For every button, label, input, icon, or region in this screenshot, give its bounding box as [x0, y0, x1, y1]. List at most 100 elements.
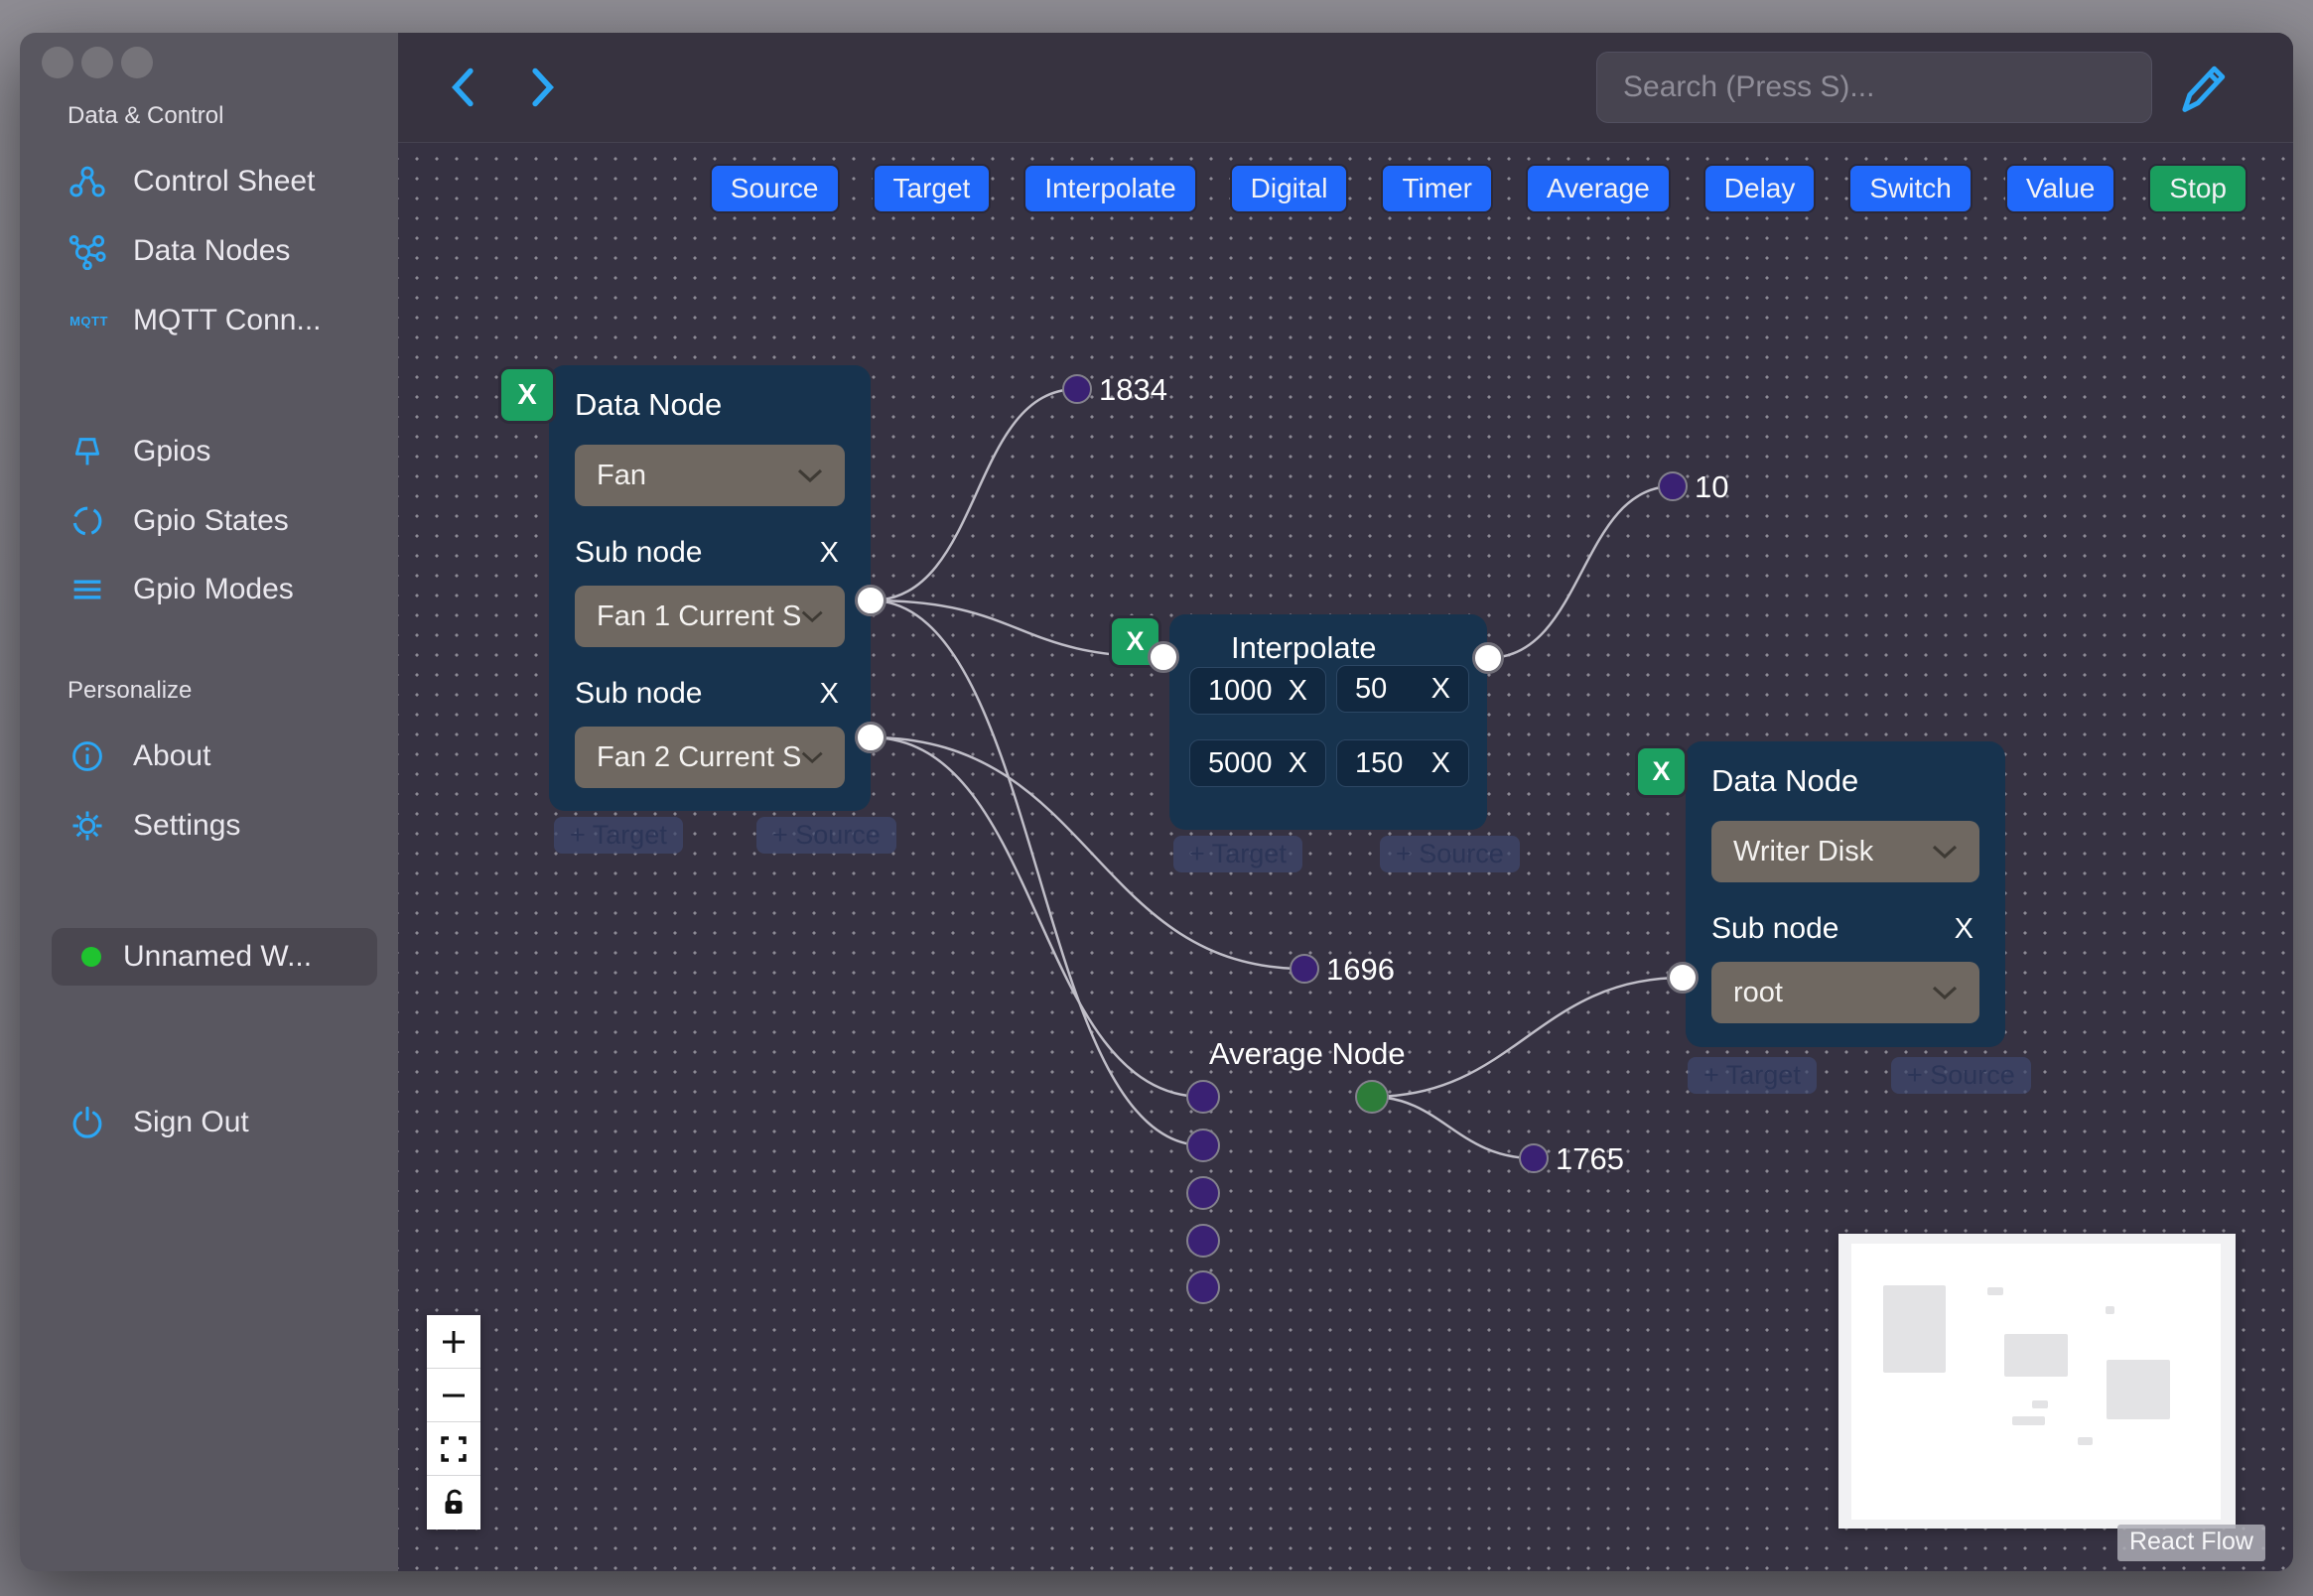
node-data-writer[interactable]: Data Node Writer Disk Sub node X root [1686, 741, 2005, 1047]
average-node-title: Average Node [1209, 1036, 1406, 1071]
add-source-chip[interactable]: + Source [756, 817, 896, 854]
edge-value-label: 10 [1695, 469, 1729, 504]
back-button[interactable] [442, 62, 485, 113]
fit-view-button[interactable] [427, 1422, 480, 1476]
add-target-button[interactable]: Target [872, 164, 992, 213]
interpolate-value-input[interactable]: 5000 X [1189, 739, 1326, 787]
average-input-handle[interactable] [1186, 1129, 1220, 1162]
writer-sub-select[interactable]: root [1711, 962, 1979, 1023]
sidebar-item-about[interactable]: About [68, 736, 210, 776]
sidebar-item-gpios[interactable]: Gpios [68, 432, 210, 471]
sidebar-item-control-sheet[interactable]: Control Sheet [68, 162, 315, 201]
workspace-label: Unnamed W... [123, 940, 313, 973]
forward-button[interactable] [520, 62, 564, 113]
mqtt-icon: MQTT [69, 313, 108, 329]
sidebar-section-data-control: Data & Control [68, 102, 224, 129]
remove-value-button[interactable]: X [1289, 675, 1307, 708]
value-dot [1658, 471, 1688, 501]
remove-sub-node-button[interactable]: X [820, 678, 845, 711]
sidebar-item-settings[interactable]: Settings [68, 806, 240, 846]
edit-pencil-icon[interactable] [2175, 59, 2231, 118]
average-input-handle[interactable] [1186, 1176, 1220, 1210]
sidebar-item-gpio-modes[interactable]: Gpio Modes [68, 570, 294, 609]
average-output-handle[interactable] [1355, 1080, 1389, 1114]
add-digital-button[interactable]: Digital [1229, 164, 1349, 213]
add-source-chip[interactable]: + Source [1891, 1057, 2031, 1094]
add-delay-button[interactable]: Delay [1702, 164, 1817, 213]
data-nodes-icon [68, 231, 107, 271]
add-switch-button[interactable]: Switch [1848, 164, 1973, 213]
add-target-chip[interactable]: + Target [1688, 1057, 1817, 1094]
source-handle-fan1[interactable] [855, 585, 886, 616]
close-window-icon[interactable] [42, 47, 73, 78]
sidebar-item-label: Settings [133, 809, 241, 842]
writer-type-select[interactable]: Writer Disk [1711, 821, 1979, 882]
minimap[interactable] [1838, 1234, 2236, 1529]
target-handle-writer[interactable] [1667, 962, 1699, 994]
edge-fan2-average [870, 735, 1204, 1099]
add-value-button[interactable]: Value [2004, 164, 2116, 213]
remove-value-button[interactable]: X [1431, 673, 1450, 706]
zoom-in-button[interactable] [427, 1315, 480, 1369]
minimap-node [2012, 1416, 2045, 1425]
lock-button[interactable] [427, 1476, 480, 1530]
window-traffic-lights[interactable] [42, 47, 153, 78]
minimap-node [2078, 1437, 2093, 1445]
minimap-node [1987, 1287, 2003, 1295]
source-handle-interpolate[interactable] [1472, 642, 1504, 674]
sidebar-item-mqtt[interactable]: MQTT MQTT Conn... [68, 301, 321, 340]
sidebar-item-label: Gpio Modes [133, 573, 294, 605]
interpolate-value-input[interactable]: 150 X [1336, 739, 1469, 787]
sidebar-item-label: Control Sheet [133, 165, 316, 198]
value-dot [1062, 374, 1092, 404]
node-interpolate[interactable]: Interpolate 1000 X 50 X 5000 X 150 X [1169, 614, 1487, 830]
remove-sub-node-button[interactable]: X [820, 537, 845, 570]
sidebar-item-workspace[interactable]: Unnamed W... [52, 928, 377, 986]
zoom-window-icon[interactable] [121, 47, 153, 78]
search-input[interactable] [1596, 52, 2152, 123]
fan-sub2-select[interactable]: Fan 2 Current Spe [575, 727, 845, 788]
add-source-button[interactable]: Source [709, 164, 840, 213]
remove-sub-node-button[interactable]: X [1955, 913, 1979, 946]
flow-canvas[interactable]: Source Target Interpolate Digital Timer … [398, 142, 2293, 1571]
zoom-out-button[interactable] [427, 1369, 480, 1422]
interpolate-value-input[interactable]: 1000 X [1189, 667, 1326, 715]
sidebar-item-data-nodes[interactable]: Data Nodes [68, 231, 290, 271]
minus-icon [443, 1394, 465, 1396]
sub-node-row: Sub node X [1711, 912, 1979, 946]
add-target-chip[interactable]: + Target [554, 817, 683, 854]
average-input-handle[interactable] [1186, 1270, 1220, 1304]
add-target-chip[interactable]: + Target [1173, 836, 1302, 872]
delete-node-button[interactable]: X [498, 366, 556, 424]
target-handle-interpolate[interactable] [1148, 641, 1179, 673]
delete-node-button[interactable]: X [1635, 745, 1688, 798]
dashed-circle-icon [68, 501, 107, 541]
chevron-down-icon [797, 468, 823, 483]
chevron-down-icon [801, 610, 823, 623]
source-handle-fan2[interactable] [855, 722, 886, 753]
sidebar-item-label: Data Nodes [133, 234, 291, 267]
average-input-handle[interactable] [1186, 1080, 1220, 1114]
edge-value-label: 1765 [1556, 1141, 1624, 1176]
sidebar-item-gpio-states[interactable]: Gpio States [68, 501, 289, 541]
stop-button[interactable]: Stop [2148, 164, 2247, 213]
app-window: Data & Control Control Sheet Data Nodes … [20, 33, 2293, 1571]
remove-value-button[interactable]: X [1431, 747, 1450, 780]
sidebar-item-sign-out[interactable]: Sign Out [68, 1103, 249, 1142]
add-timer-button[interactable]: Timer [1381, 164, 1493, 213]
gear-icon [68, 806, 107, 846]
add-interpolate-button[interactable]: Interpolate [1023, 164, 1197, 213]
chevron-down-icon [801, 751, 823, 764]
fan-sub1-select[interactable]: Fan 1 Current Spe [575, 586, 845, 647]
minimize-window-icon[interactable] [81, 47, 113, 78]
fan-type-select[interactable]: Fan [575, 445, 845, 506]
sub-node-row: Sub node X [575, 536, 845, 570]
interpolate-value-input[interactable]: 50 X [1336, 665, 1469, 713]
plus-icon [443, 1330, 465, 1353]
node-data-fan[interactable]: Data Node Fan Sub node X Fan 1 Current S… [549, 365, 871, 811]
remove-value-button[interactable]: X [1289, 747, 1307, 780]
add-average-button[interactable]: Average [1525, 164, 1671, 213]
react-flow-attribution[interactable]: React Flow [2116, 1525, 2265, 1561]
average-input-handle[interactable] [1186, 1224, 1220, 1258]
add-source-chip[interactable]: + Source [1380, 836, 1520, 872]
